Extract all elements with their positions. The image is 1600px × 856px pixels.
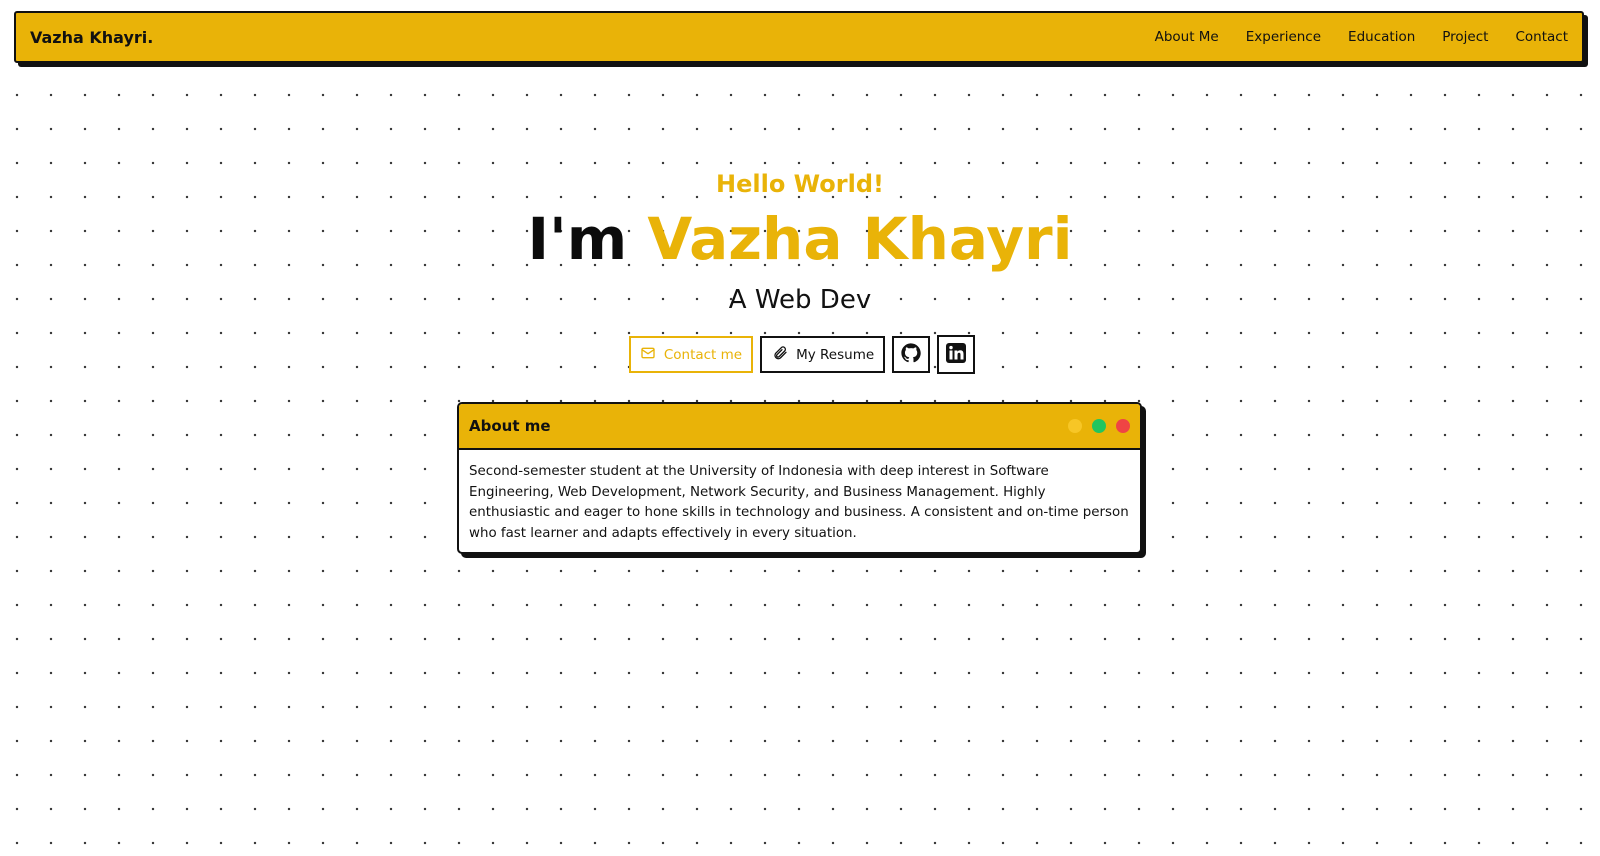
hero-name: Vazha Khayri — [647, 205, 1073, 273]
nav-link-about-me[interactable]: About Me — [1155, 29, 1219, 45]
hero-greeting: Hello World! — [716, 170, 884, 198]
minimize-dot[interactable] — [1068, 419, 1082, 433]
nav-link-education[interactable]: Education — [1348, 29, 1415, 45]
contact-me-button[interactable]: Contact me — [628, 336, 754, 373]
hero-actions: Contact me My Resume — [0, 335, 1600, 374]
contact-me-label: Contact me — [663, 346, 743, 363]
github-icon — [900, 342, 922, 368]
my-resume-label: My Resume — [796, 346, 875, 363]
about-me-window: About me Second-semester student at the … — [457, 402, 1142, 554]
navbar: Vazha Khayri. About Me Experience Educat… — [14, 11, 1584, 63]
window-controls — [1068, 419, 1130, 433]
hero-prefix: I'm — [527, 205, 628, 273]
hero-headline: I'm Vazha Khayri — [0, 206, 1600, 272]
about-me-body: Second-semester student at the Universit… — [469, 464, 1129, 541]
nav-link-contact[interactable]: Contact — [1515, 29, 1568, 45]
about-me-title: About me — [469, 417, 551, 435]
hero-section: Hello World! I'm Vazha Khayri A Web Dev … — [0, 0, 1600, 856]
my-resume-button[interactable]: My Resume — [760, 336, 886, 373]
brand-logo[interactable]: Vazha Khayri. — [30, 28, 153, 47]
nav-link-project[interactable]: Project — [1442, 29, 1488, 45]
nav-link-experience[interactable]: Experience — [1246, 29, 1321, 45]
linkedin-button[interactable] — [937, 335, 976, 374]
close-dot[interactable] — [1116, 419, 1130, 433]
maximize-dot[interactable] — [1092, 419, 1106, 433]
nav-links: About Me Experience Education Project Co… — [1128, 29, 1568, 45]
linkedin-icon — [944, 341, 968, 369]
mail-icon — [640, 345, 656, 365]
hero-role: A Web Dev — [728, 285, 872, 315]
paperclip-icon — [772, 345, 788, 365]
github-button[interactable] — [892, 336, 931, 373]
about-me-window-header: About me — [459, 404, 1140, 450]
